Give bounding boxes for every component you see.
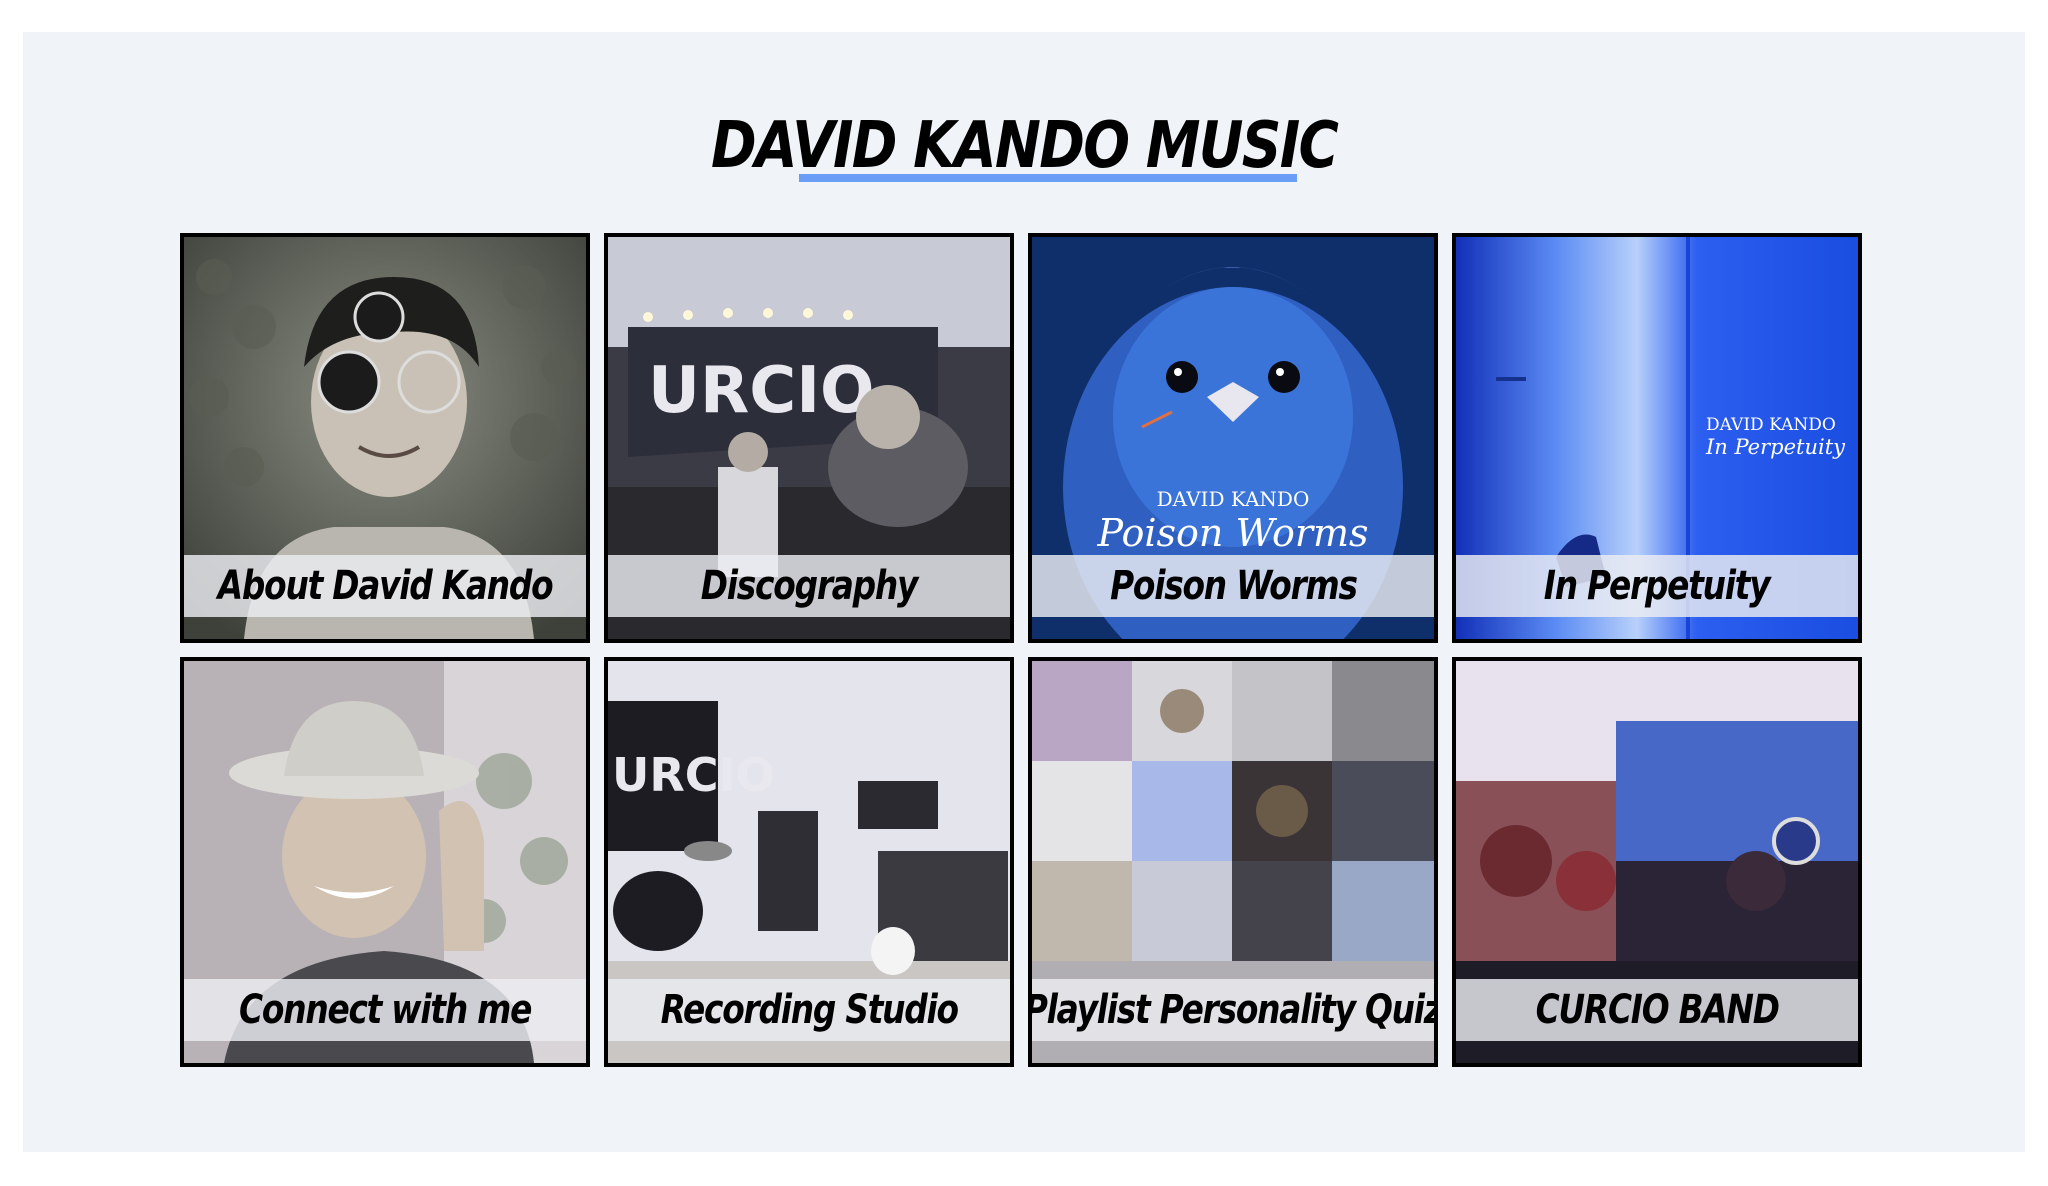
tile-discography[interactable]: URCIO Discography	[604, 233, 1014, 643]
tile-label-band: Discography	[608, 555, 1010, 617]
tile-label: Playlist Personality Quiz	[1028, 987, 1438, 1033]
tile-label: Discography	[700, 563, 919, 609]
tile-label-band: Connect with me	[184, 979, 586, 1041]
tile-label-band: Playlist Personality Quiz	[1032, 979, 1434, 1041]
tile-label: About David Kando	[217, 563, 554, 609]
tile-label-band: Poison Worms	[1032, 555, 1434, 617]
title-underline	[799, 174, 1297, 182]
tile-curcio-band[interactable]: CURCIO BAND	[1452, 657, 1862, 1067]
page-container: DAVID KANDO MUSIC About David Kando URCI…	[23, 32, 2025, 1152]
svg-text:URCIO: URCIO	[648, 354, 874, 428]
tile-label-band: In Perpetuity	[1456, 555, 1858, 617]
tile-connect-with-me[interactable]: Connect with me	[180, 657, 590, 1067]
svg-text:URCIO: URCIO	[612, 748, 775, 802]
tile-label: Connect with me	[238, 987, 532, 1033]
cover-artist-text: DAVID KANDO	[1706, 415, 1836, 435]
tile-about-david-kando[interactable]: About David Kando	[180, 233, 590, 643]
cover-artist-text: DAVID KANDO	[1156, 487, 1310, 511]
tile-label-band: CURCIO BAND	[1456, 979, 1858, 1041]
tile-label: In Perpetuity	[1544, 563, 1771, 609]
tile-label: CURCIO BAND	[1535, 987, 1779, 1033]
cover-title-text: In Perpetuity	[1706, 435, 1846, 459]
tile-label: Poison Worms	[1109, 563, 1358, 609]
tile-in-perpetuity[interactable]: DAVID KANDO In Perpetuity In Perpetuity	[1452, 233, 1862, 643]
tile-playlist-personality-quiz[interactable]: Playlist Personality Quiz	[1028, 657, 1438, 1067]
cover-title-text: Poison Worms	[1097, 511, 1369, 555]
tile-label-band: About David Kando	[184, 555, 586, 617]
tile-recording-studio[interactable]: URCIO Recording Studio	[604, 657, 1014, 1067]
tile-label: Recording Studio	[660, 987, 958, 1033]
tile-label-band: Recording Studio	[608, 979, 1010, 1041]
tile-poison-worms[interactable]: DAVID KANDO Poison Worms Poison Worms	[1028, 233, 1438, 643]
